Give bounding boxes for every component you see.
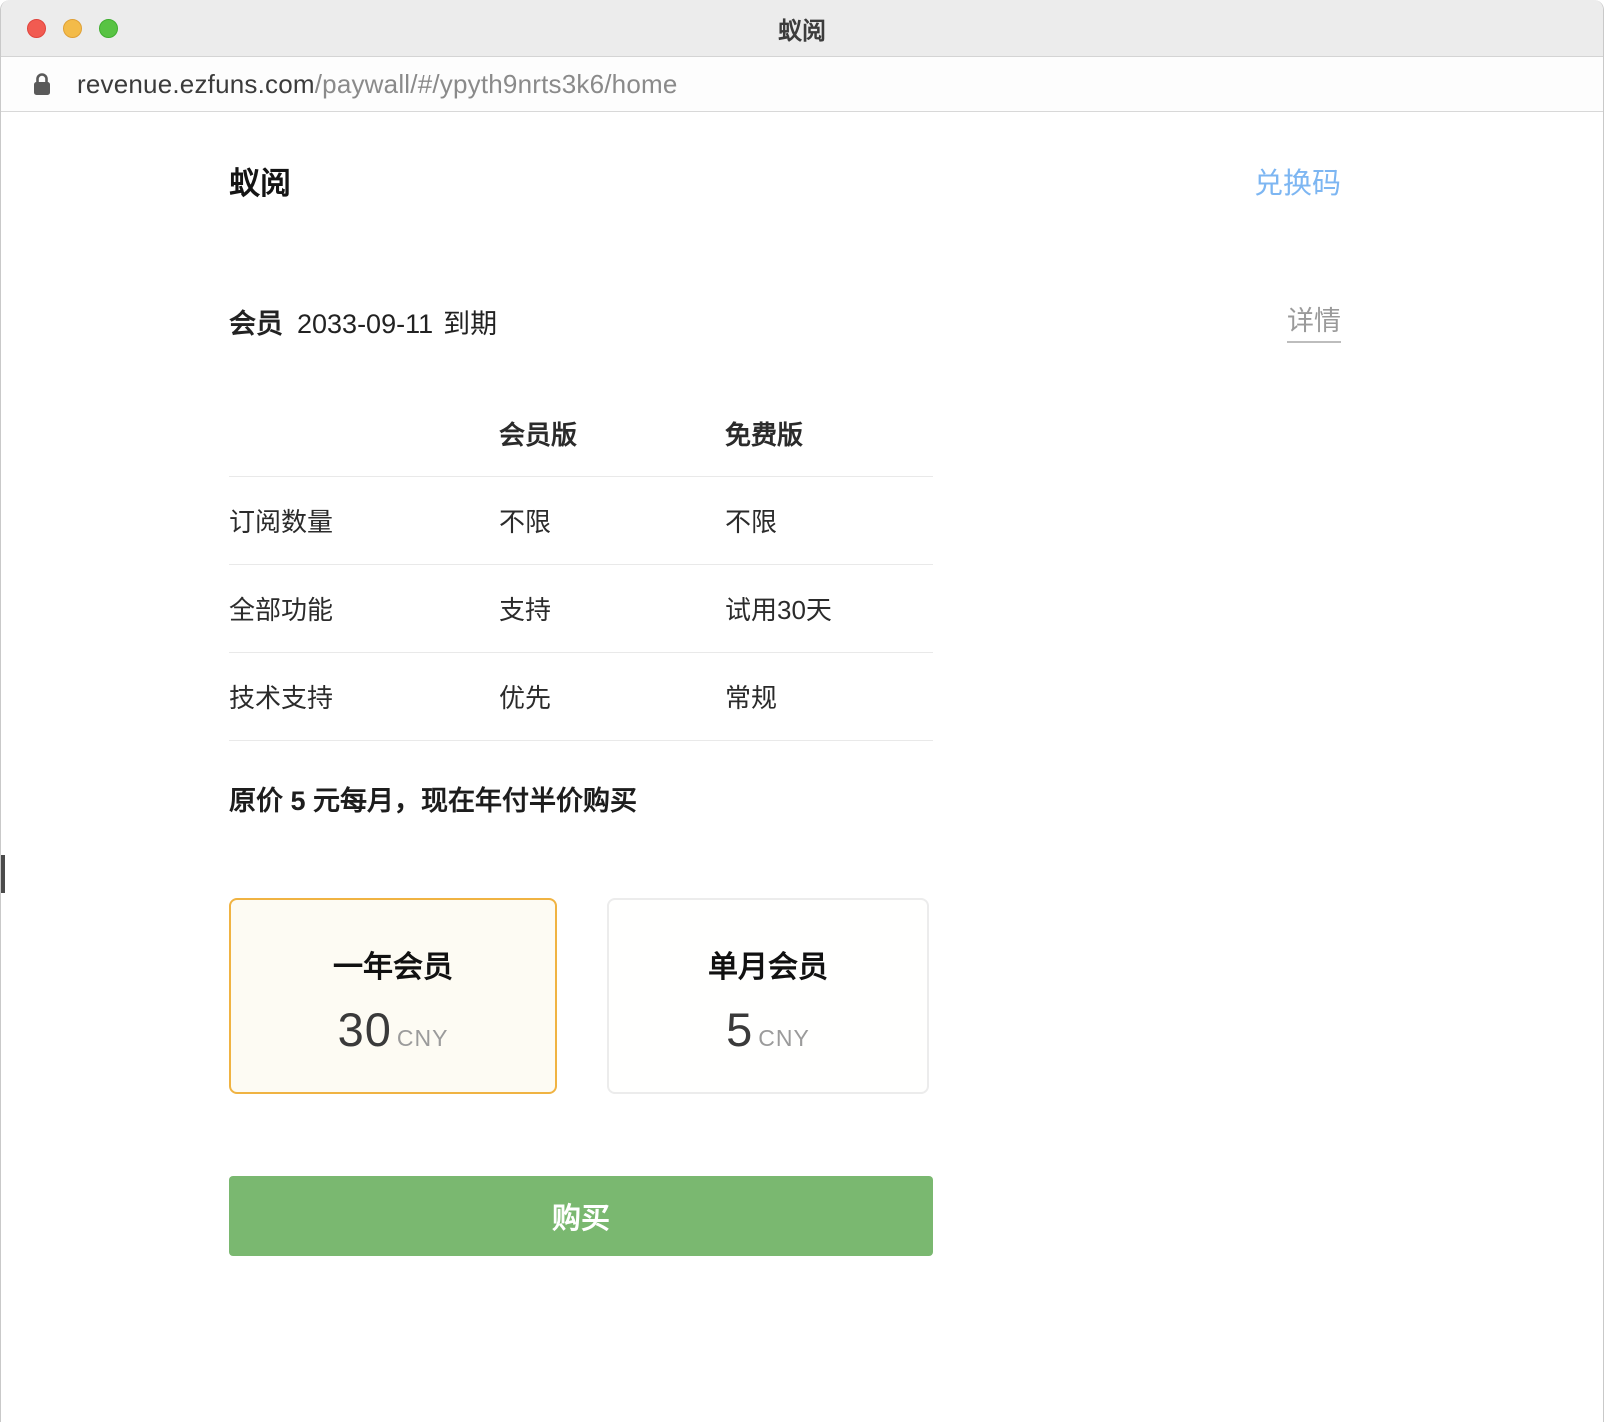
title-bar: 蚁阅 xyxy=(1,0,1603,57)
plan-card-monthly[interactable]: 单月会员 5 CNY xyxy=(607,898,929,1094)
browser-window: 蚁阅 revenue.ezfuns.com/paywall/#/ypyth9nr… xyxy=(0,0,1604,1422)
plan-name: 单月会员 xyxy=(609,942,927,986)
page-title: 蚁阅 xyxy=(229,158,291,203)
url-text: revenue.ezfuns.com/paywall/#/ypyth9nrts3… xyxy=(77,69,678,100)
membership-row: 会员 2033-09-11 到期 详情 xyxy=(229,299,1341,343)
free-value-cell: 不限 xyxy=(725,477,933,565)
feature-cell: 订阅数量 xyxy=(229,477,499,565)
feature-cell: 技术支持 xyxy=(229,653,499,741)
membership-suffix: 到期 xyxy=(443,309,497,339)
plan-price: 5 CNY xyxy=(609,1002,927,1057)
buy-button[interactable]: 购买 xyxy=(229,1176,933,1256)
url-path: /paywall/#/ypyth9nrts3k6/home xyxy=(315,69,678,99)
price-currency: CNY xyxy=(758,1025,810,1052)
member-column-header: 会员版 xyxy=(499,415,725,477)
table-row: 全部功能 支持 试用30天 xyxy=(229,565,933,653)
free-value-cell: 试用30天 xyxy=(725,565,933,653)
price-currency: CNY xyxy=(397,1025,449,1052)
url-domain: revenue.ezfuns.com xyxy=(77,69,315,99)
price-number: 30 xyxy=(338,1002,392,1057)
plan-price: 30 CNY xyxy=(231,1002,555,1057)
redeem-code-link[interactable]: 兑换码 xyxy=(1254,160,1341,202)
price-number: 5 xyxy=(726,1002,753,1057)
free-value-cell: 常规 xyxy=(725,653,933,741)
promo-text: 原价 5 元每月，现在年付半价购买 xyxy=(229,779,1341,818)
feature-column-header xyxy=(229,415,499,477)
feature-cell: 全部功能 xyxy=(229,565,499,653)
member-value-cell: 支持 xyxy=(499,565,725,653)
membership-status: 会员 2033-09-11 到期 xyxy=(229,302,497,341)
free-column-header: 免费版 xyxy=(725,415,933,477)
details-link[interactable]: 详情 xyxy=(1287,299,1341,343)
zoom-button[interactable] xyxy=(99,19,118,38)
window-edge-artifact xyxy=(1,855,5,893)
plan-name: 一年会员 xyxy=(231,942,555,986)
address-bar[interactable]: revenue.ezfuns.com/paywall/#/ypyth9nrts3… xyxy=(1,57,1603,112)
page-content: 蚁阅 兑换码 会员 2033-09-11 到期 详情 会员版 免费版 订阅数量 xyxy=(1,158,1603,1256)
member-value-cell: 不限 xyxy=(499,477,725,565)
table-row: 技术支持 优先 常规 xyxy=(229,653,933,741)
window-title: 蚁阅 xyxy=(778,11,826,46)
minimize-button[interactable] xyxy=(63,19,82,38)
table-header-row: 会员版 免费版 xyxy=(229,415,933,477)
plan-cards: 一年会员 30 CNY 单月会员 5 CNY xyxy=(229,898,1341,1094)
table-row: 订阅数量 不限 不限 xyxy=(229,477,933,565)
plan-card-yearly[interactable]: 一年会员 30 CNY xyxy=(229,898,557,1094)
traffic-lights xyxy=(27,0,118,56)
lock-icon xyxy=(33,72,51,96)
plan-comparison-table: 会员版 免费版 订阅数量 不限 不限 全部功能 支持 试用30天 技术支持 优先 xyxy=(229,415,933,741)
membership-label: 会员 xyxy=(229,309,283,339)
member-value-cell: 优先 xyxy=(499,653,725,741)
page-header: 蚁阅 兑换码 xyxy=(229,158,1341,203)
close-button[interactable] xyxy=(27,19,46,38)
membership-expiry-date: 2033-09-11 xyxy=(297,309,433,339)
